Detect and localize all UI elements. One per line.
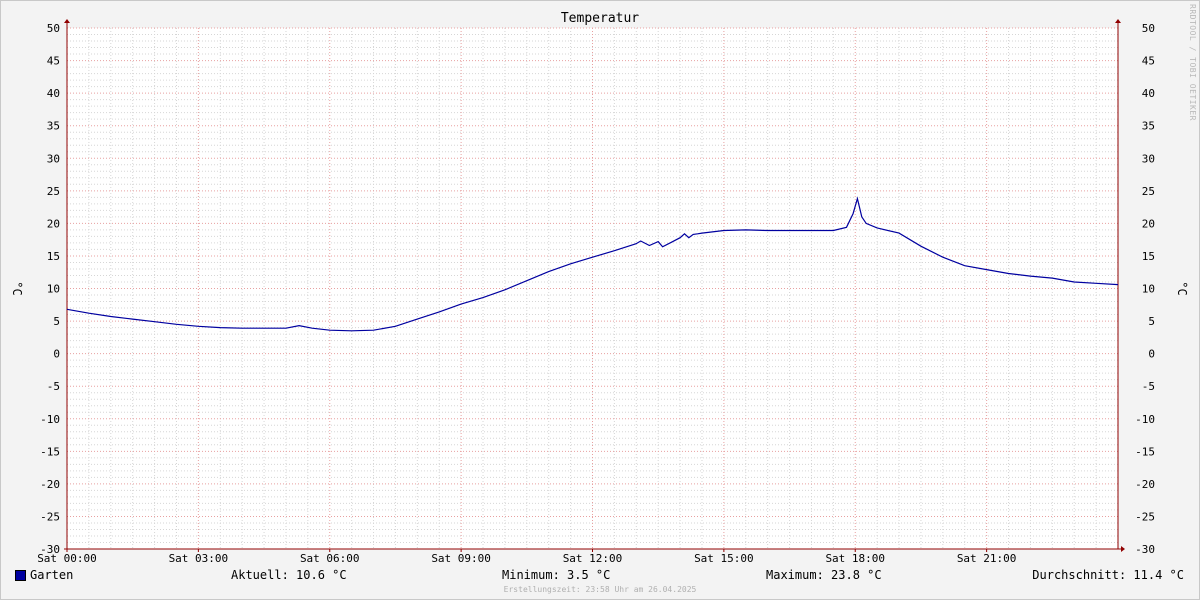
y-tick-label-right: 0 [1148,348,1155,361]
y-tick-label-right: 30 [1142,152,1155,165]
y-tick-label-right: -30 [1135,543,1155,556]
y-tick-label-left: -20 [40,478,60,491]
y-tick-label-left: 20 [47,217,60,230]
y-tick-label-right: 40 [1142,87,1155,100]
legend: Garten Aktuell: 10.6 °C Minimum: 3.5 °C … [0,567,1200,583]
y-axis-label-right: °C [1175,281,1189,295]
legend-swatch-garten [15,570,26,581]
y-tick-label-right: -15 [1135,445,1155,458]
y-tick-label-right: -5 [1142,380,1155,393]
y-tick-label-left: -5 [47,380,60,393]
y-tick-label-left: 35 [47,120,60,133]
x-tick-label: Sat 03:00 [169,552,229,565]
x-axis-arrow [1121,546,1125,552]
x-tick-label: Sat 21:00 [957,552,1017,565]
stat-durchschnitt: Durchschnitt: 11.4 °C [1032,568,1184,582]
y-tick-label-right: 10 [1142,283,1155,296]
y-tick-label-right: -20 [1135,478,1155,491]
y-tick-label-right: 25 [1142,185,1155,198]
y-tick-label-right: 45 [1142,55,1155,68]
legend-label-garten: Garten [30,568,74,582]
x-tick-label: Sat 18:00 [825,552,885,565]
x-tick-label: Sat 09:00 [431,552,491,565]
y-tick-label-left: -25 [40,510,60,523]
y-tick-label-left: 5 [53,315,60,328]
y-tick-label-right: 20 [1142,217,1155,230]
stat-minimum: Minimum: 3.5 °C [502,568,611,582]
x-tick-label: Sat 06:00 [300,552,360,565]
y-tick-label-left: -10 [40,413,60,426]
x-tick-label: Sat 00:00 [37,552,97,565]
y-tick-label-left: 10 [47,283,60,296]
y-tick-label-right: 15 [1142,250,1155,263]
x-tick-label: Sat 12:00 [563,552,623,565]
y-tick-label-right: -25 [1135,510,1155,523]
x-tick-label: Sat 15:00 [694,552,754,565]
y-tick-label-left: -15 [40,445,60,458]
y-tick-label-left: 0 [53,348,60,361]
y-tick-label-right: 35 [1142,120,1155,133]
y-tick-label-left: 45 [47,55,60,68]
y-tick-label-left: 30 [47,152,60,165]
stat-aktuell: Aktuell: 10.6 °C [231,568,347,582]
creation-time-footer: Erstellungszeit: 23:58 Uhr am 26.04.2025 [503,585,697,594]
y-tick-label-left: 15 [47,250,60,263]
stat-maximum: Maximum: 23.8 °C [766,568,882,582]
y-tick-label-right: 5 [1148,315,1155,328]
temperature-chart: 50 5045 4540 4035 3530 3025 2520 2015 1510 105 50 0… [10,19,1189,565]
rrdtool-watermark: RRDTOOL / TOBI OETIKER [1188,4,1197,121]
y-axis-label-left: °C [10,281,24,295]
y-tick-label-left: 40 [47,87,60,100]
y-tick-label-right: -10 [1135,413,1155,426]
chart-title: Temperatur [560,11,640,26]
y-tick-label-left: 25 [47,185,60,198]
